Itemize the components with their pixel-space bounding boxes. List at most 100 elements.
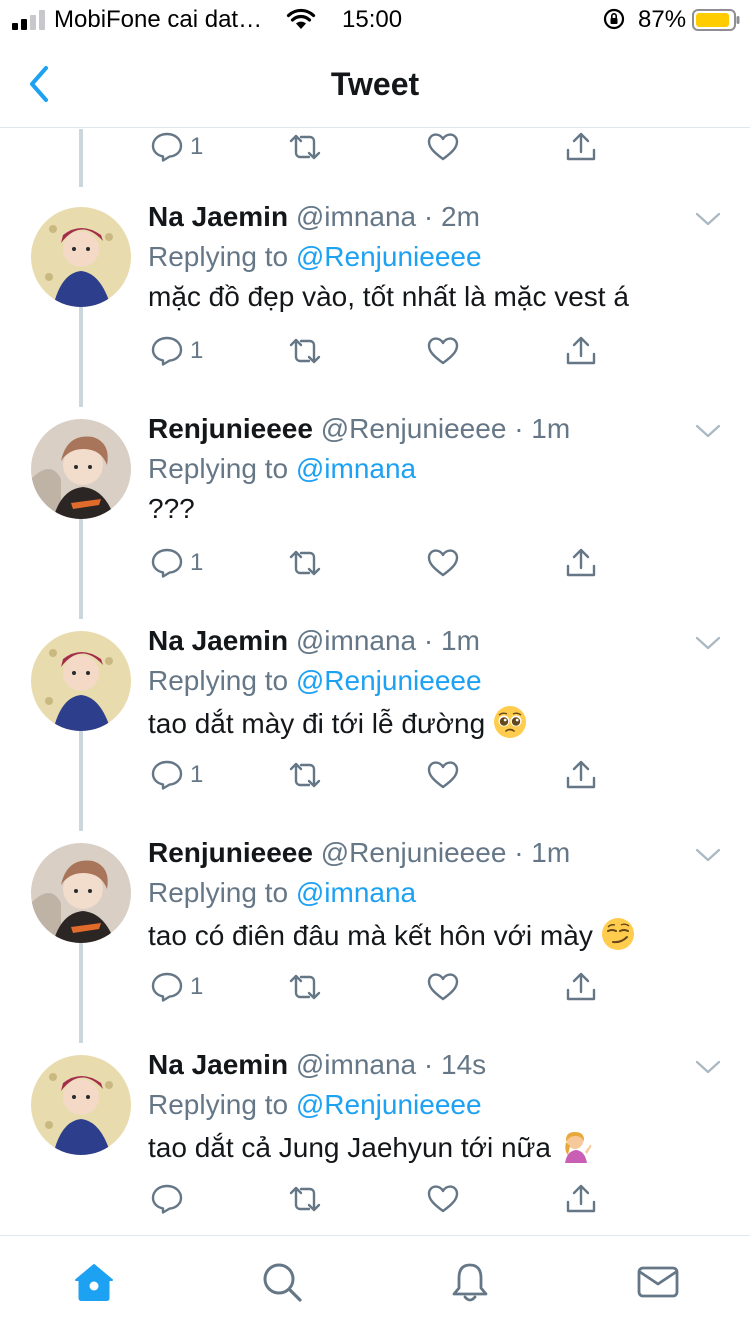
battery-percentage: 87% [638, 6, 687, 33]
replying-to: Replying to @imnana [148, 877, 416, 909]
replying-label: Replying to [148, 453, 296, 484]
share-button[interactable] [564, 759, 598, 795]
avatar-renjun [31, 843, 131, 943]
chevron-down-icon[interactable] [694, 1057, 722, 1077]
reply-count: 1 [190, 761, 204, 788]
timestamp: 1m [531, 413, 571, 444]
replying-label: Replying to [148, 1089, 296, 1120]
reply-mention-link[interactable]: @Renjunieeee [296, 665, 482, 696]
tab-search[interactable] [260, 1260, 304, 1304]
avatar[interactable] [31, 419, 131, 519]
tweet[interactable]: Na Jaemin @imnana · 2m Replying to @Renj… [0, 187, 750, 399]
like-button[interactable] [426, 131, 460, 167]
separator-dot: · [423, 201, 434, 232]
tweet-body: ??? [148, 493, 195, 524]
share-button[interactable] [564, 131, 598, 167]
avatar-jaemin [31, 1055, 131, 1155]
reply-count: 1 [190, 549, 204, 576]
tweet[interactable]: Renjunieeee @Renjunieeee · 1m Replying t… [0, 823, 750, 1035]
reply-icon [151, 132, 183, 162]
tweet-header: Renjunieeee @Renjunieeee · 1m [148, 837, 570, 869]
retweet-button[interactable] [288, 971, 322, 1007]
reply-mention-link[interactable]: @Renjunieeee [296, 241, 482, 272]
tweet[interactable]: Renjunieeee @Renjunieeee · 1m Replying t… [0, 399, 750, 611]
avatar[interactable] [31, 843, 131, 943]
screen: MobiFone cai dat… 15:00 87% Tweet 1 Na J… [0, 0, 750, 1334]
reply-mention-link[interactable]: @imnana [296, 453, 416, 484]
reply-button[interactable]: 1 [150, 131, 203, 167]
username[interactable]: @imnana [296, 201, 416, 232]
tweet[interactable]: Na Jaemin @imnana · 14s Replying to @Ren… [0, 1035, 750, 1235]
share-button[interactable] [564, 971, 598, 1007]
like-button[interactable] [426, 759, 460, 795]
like-button[interactable] [426, 971, 460, 1007]
chevron-down-icon[interactable] [694, 845, 722, 865]
tweet-header: Na Jaemin @imnana · 14s [148, 1049, 486, 1081]
tweet-body: tao có điên đâu mà kết hôn với mày [148, 920, 593, 951]
display-name[interactable]: Renjunieeee [148, 413, 313, 444]
display-name[interactable]: Na Jaemin [148, 625, 288, 656]
display-name[interactable]: Renjunieeee [148, 837, 313, 868]
share-icon [566, 548, 596, 577]
tweet-header: Na Jaemin @imnana · 2m [148, 201, 480, 233]
tweet-text: mặc đồ đẹp vào, tốt nhất là mặc vest á [148, 281, 629, 313]
reply-button[interactable]: 1 [150, 335, 203, 371]
retweet-button[interactable] [288, 1183, 322, 1219]
carrier-name: MobiFone cai dat… [54, 6, 263, 33]
reply-mention-link[interactable]: @imnana [296, 877, 416, 908]
avatar[interactable] [31, 631, 131, 731]
like-button[interactable] [426, 547, 460, 583]
reply-button[interactable] [150, 1183, 184, 1219]
share-button[interactable] [564, 335, 598, 371]
tweet-header: Renjunieeee @Renjunieeee · 1m [148, 413, 570, 445]
share-button[interactable] [564, 547, 598, 583]
page-title: Tweet [330, 66, 420, 102]
tweet-text: ??? [148, 493, 195, 525]
retweet-button[interactable] [288, 759, 322, 795]
tab-home[interactable] [72, 1260, 116, 1304]
battery-icon [692, 9, 740, 31]
share-button[interactable] [564, 1183, 598, 1219]
home-icon [75, 1264, 113, 1301]
display-name[interactable]: Na Jaemin [148, 1049, 288, 1080]
retweet-button[interactable] [288, 335, 322, 371]
like-button[interactable] [426, 1183, 460, 1219]
heart-icon [427, 549, 459, 577]
username[interactable]: @Renjunieeee [321, 837, 507, 868]
tab-bar [0, 1235, 750, 1334]
pleading-face-icon [494, 706, 527, 738]
replying-to: Replying to @Renjunieeee [148, 665, 482, 697]
tab-notifications[interactable] [448, 1260, 492, 1304]
tab-messages[interactable] [636, 1260, 680, 1304]
chevron-down-icon[interactable] [694, 421, 722, 441]
wifi-icon [286, 8, 316, 29]
share-icon [566, 1184, 596, 1213]
retweet-button[interactable] [288, 547, 322, 583]
display-name[interactable]: Na Jaemin [148, 201, 288, 232]
like-button[interactable] [426, 335, 460, 371]
username[interactable]: @imnana [296, 625, 416, 656]
reply-icon [151, 548, 183, 578]
tweet-body: tao dắt mày đi tới lễ đường [148, 708, 486, 739]
retweet-icon [289, 338, 321, 364]
person-tipping-hand-icon [564, 1132, 592, 1163]
reply-count: 1 [190, 337, 204, 364]
chevron-down-icon[interactable] [694, 633, 722, 653]
reply-button[interactable]: 1 [150, 547, 203, 583]
nav-bar: Tweet [0, 40, 750, 128]
chevron-down-icon[interactable] [694, 209, 722, 229]
tweet[interactable]: Na Jaemin @imnana · 1m Replying to @Renj… [0, 611, 750, 823]
timestamp: 1m [531, 837, 571, 868]
search-icon [263, 1263, 302, 1302]
username[interactable]: @Renjunieeee [321, 413, 507, 444]
heart-icon [427, 973, 459, 1001]
avatar[interactable] [31, 1055, 131, 1155]
avatar-jaemin [31, 631, 131, 731]
share-icon [566, 972, 596, 1001]
reply-button[interactable]: 1 [150, 759, 203, 795]
reply-mention-link[interactable]: @Renjunieeee [296, 1089, 482, 1120]
avatar[interactable] [31, 207, 131, 307]
username[interactable]: @imnana [296, 1049, 416, 1080]
reply-button[interactable]: 1 [150, 971, 203, 1007]
retweet-button[interactable] [288, 131, 322, 167]
